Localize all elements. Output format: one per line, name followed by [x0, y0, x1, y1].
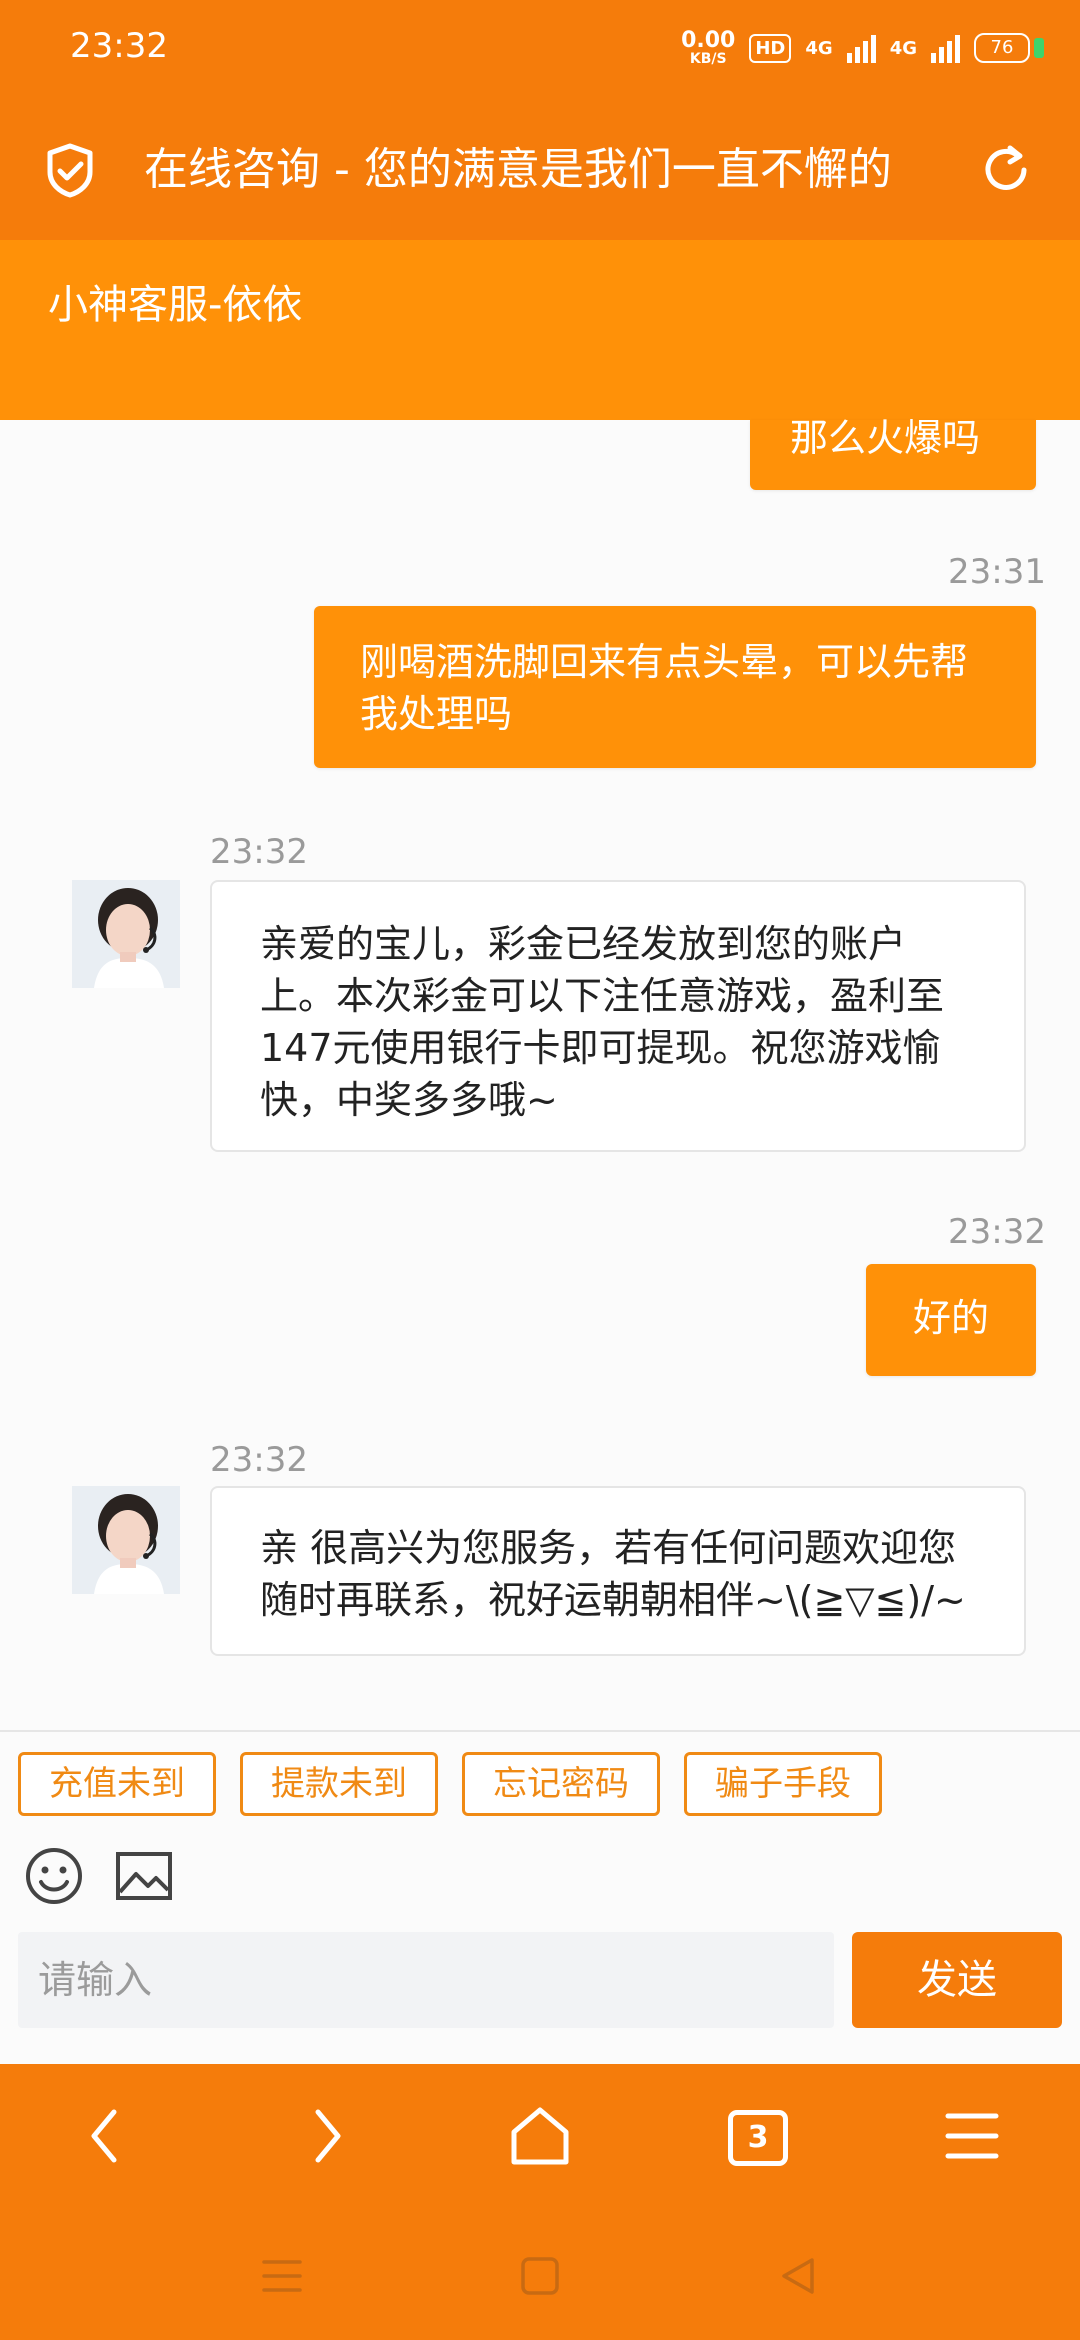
quick-reply-recharge[interactable]: 充值未到 — [18, 1752, 216, 1816]
status-icons: 0.00 KB/S HD 4G 4G 76 — [681, 24, 1044, 72]
shield-check-icon[interactable] — [40, 140, 100, 200]
message-text: 那么火爆吗 — [790, 416, 981, 460]
back-icon[interactable] — [66, 2096, 146, 2176]
hd-voice-icon: HD — [749, 33, 792, 63]
system-menu-icon[interactable] — [258, 2252, 306, 2300]
agent-header — [0, 240, 1080, 420]
divider — [0, 1730, 1080, 1732]
forward-icon[interactable] — [286, 2096, 366, 2176]
agent-message-bubble: 亲爱的宝儿，彩金已经发放到您的账户上。本次彩金可以下注任意游戏，盈利至147元使… — [210, 880, 1026, 1152]
signal-icon-1 — [846, 33, 876, 63]
message-time: 23:32 — [210, 832, 308, 872]
status-time: 23:32 — [70, 26, 168, 66]
agent-avatar — [72, 880, 180, 988]
system-back-icon[interactable] — [774, 2252, 822, 2300]
network-type-1: 4G — [805, 37, 833, 59]
quick-reply-scam[interactable]: 骗子手段 — [684, 1752, 882, 1816]
signal-icon-2 — [931, 33, 960, 63]
my-message-bubble: 好的 — [866, 1264, 1036, 1376]
message-time: 23:32 — [948, 1212, 1046, 1252]
message-text: 刚喝酒洗脚回来有点头晕，可以先帮我处理吗 — [360, 640, 969, 736]
image-icon[interactable] — [114, 1846, 174, 1906]
charging-icon — [1034, 38, 1044, 58]
message-time: 23:32 — [210, 1440, 308, 1480]
agent-name: 小神客服-依依 — [48, 282, 303, 328]
message-input[interactable] — [18, 1932, 834, 2028]
reload-icon[interactable] — [976, 140, 1036, 200]
message-text: 亲 很高兴为您服务，若有任何问题欢迎您随时再联系，祝好运朝朝相伴~\(≧▽≦)/… — [260, 1526, 966, 1622]
quick-reply-withdraw[interactable]: 提款未到 — [240, 1752, 438, 1816]
network-speed: 0.00 KB/S — [681, 28, 736, 67]
tabs-button[interactable]: 3 — [728, 2110, 788, 2166]
network-type-2: 4G — [889, 37, 917, 59]
agent-avatar — [72, 1486, 180, 1594]
emoji-icon[interactable] — [24, 1846, 84, 1906]
quick-reply-password[interactable]: 忘记密码 — [462, 1752, 660, 1816]
system-home-icon[interactable] — [516, 2252, 564, 2300]
menu-icon[interactable] — [932, 2096, 1012, 2176]
my-message-bubble: 那么火爆吗 — [750, 418, 1036, 490]
send-button[interactable]: 发送 — [852, 1932, 1062, 2028]
my-message-bubble: 刚喝酒洗脚回来有点头晕，可以先帮我处理吗 — [314, 606, 1036, 768]
agent-message-bubble: 亲 很高兴为您服务，若有任何问题欢迎您随时再联系，祝好运朝朝相伴~\(≧▽≦)/… — [210, 1486, 1026, 1656]
message-time: 23:31 — [948, 552, 1046, 592]
page-title[interactable]: 在线咨询 - 您的满意是我们一直不懈的 — [144, 138, 944, 202]
home-icon[interactable] — [500, 2096, 580, 2176]
message-text: 好的 — [912, 1296, 989, 1340]
battery-icon: 76 — [974, 33, 1044, 63]
message-text: 亲爱的宝儿，彩金已经发放到您的账户上。本次彩金可以下注任意游戏，盈利至147元使… — [260, 922, 945, 1122]
